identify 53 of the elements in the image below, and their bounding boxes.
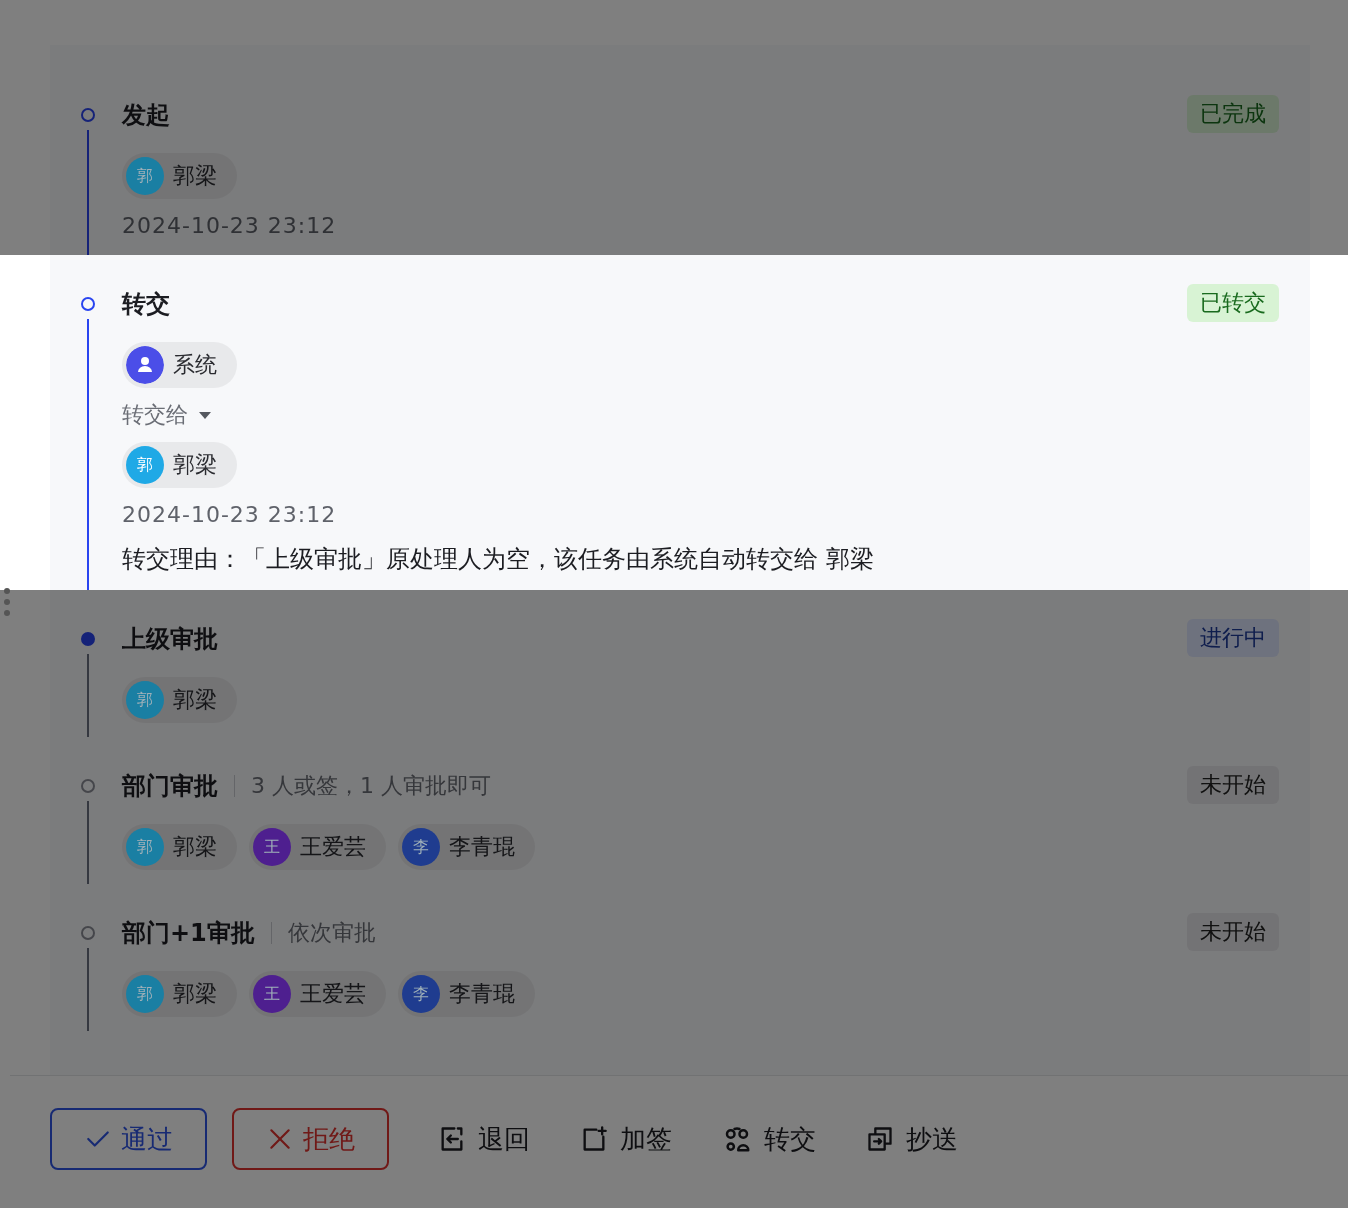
person-name: 郭梁 [173, 980, 217, 1008]
cc-button[interactable]: 抄送 [866, 1121, 958, 1157]
person-name: 系统 [173, 351, 217, 379]
avatar: 郭 [126, 446, 164, 484]
avatar: 郭 [126, 828, 164, 866]
avatar: 王 [253, 828, 291, 866]
approve-button[interactable]: 通过 [50, 1108, 207, 1170]
avatar: 李 [402, 828, 440, 866]
step-title: 转交 [122, 289, 170, 320]
person-chip[interactable]: 郭 郭梁 [122, 442, 237, 488]
timestamp: 2024-10-23 23:12 [122, 212, 338, 240]
status-tag: 已完成 [1187, 95, 1279, 133]
approval-mode: 依次审批 [287, 919, 376, 947]
avatar: 郭 [126, 157, 164, 195]
reject-button[interactable]: 拒绝 [232, 1108, 389, 1170]
avatar: 郭 [126, 975, 164, 1013]
avatar: 李 [402, 975, 440, 1013]
timestamp: 2024-10-23 23:12 [122, 501, 338, 529]
step-title: 发起 [122, 100, 170, 131]
person-chip[interactable]: 系统 [122, 342, 237, 388]
person-name: 郭梁 [173, 162, 217, 190]
person-name: 郭梁 [173, 686, 217, 714]
person-chip[interactable]: 郭 郭梁 [122, 824, 237, 870]
person-chip[interactable]: 王 王爱芸 [249, 971, 386, 1017]
status-tag: 已转交 [1187, 284, 1279, 322]
person-name: 李青琨 [449, 980, 515, 1008]
step-title: 上级审批 [122, 624, 218, 655]
transfer-reason: 转交理由：「上级审批」原处理人为空，该任务由系统自动转交给 郭梁 [122, 544, 875, 575]
step-title: 部门+1审批 [122, 918, 255, 949]
avatar: 郭 [126, 681, 164, 719]
person-chip[interactable]: 郭 郭梁 [122, 677, 237, 723]
person-name: 王爱芸 [300, 980, 366, 1008]
person-name: 郭梁 [173, 451, 217, 479]
person-chip[interactable]: 李 李青琨 [398, 824, 535, 870]
person-name: 郭梁 [173, 833, 217, 861]
avatar: 王 [253, 975, 291, 1013]
status-tag: 进行中 [1187, 619, 1279, 657]
person-chip[interactable]: 王 王爱芸 [249, 824, 386, 870]
person-name: 王爱芸 [300, 833, 366, 861]
copy-send-icon [866, 1125, 894, 1153]
approval-mode: 3 人或签，1 人审批即可 [251, 772, 491, 800]
drag-handle-icon[interactable] [2, 586, 12, 618]
person-name: 李青琨 [449, 833, 515, 861]
return-button[interactable]: 退回 [438, 1121, 530, 1157]
person-chip[interactable]: 李 李青琨 [398, 971, 535, 1017]
transfer-toggle[interactable]: 转交给 [122, 400, 212, 430]
status-tag: 未开始 [1187, 913, 1279, 951]
person-chip[interactable]: 郭 郭梁 [122, 153, 237, 199]
add-signer-button[interactable]: 加签 [580, 1121, 672, 1157]
step-title: 部门审批 [122, 771, 218, 802]
person-chip[interactable]: 郭 郭梁 [122, 971, 237, 1017]
status-tag: 未开始 [1187, 766, 1279, 804]
transfer-button[interactable]: 转交 [722, 1121, 816, 1157]
